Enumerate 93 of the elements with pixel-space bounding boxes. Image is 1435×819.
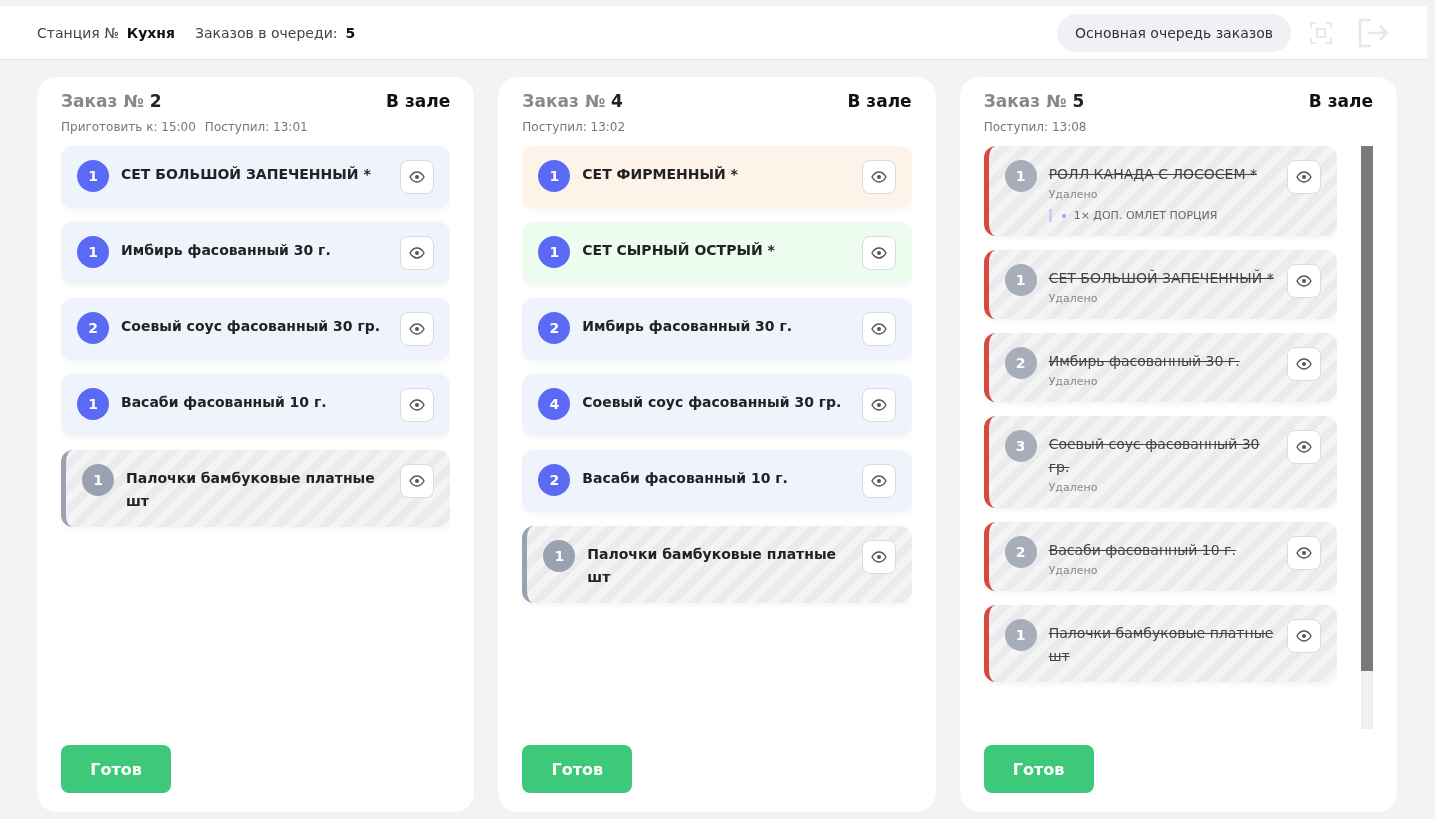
quantity-badge: 2 bbox=[1004, 536, 1037, 568]
item-name: Соевый соус фасованный 30 гр. bbox=[1048, 435, 1261, 477]
quantity-badge: 1 bbox=[543, 540, 576, 572]
quantity-badge: 1 bbox=[538, 236, 571, 268]
view-button[interactable] bbox=[861, 160, 896, 194]
eye-icon bbox=[409, 171, 426, 183]
view-button[interactable] bbox=[1287, 347, 1321, 381]
eye-icon bbox=[1296, 171, 1312, 183]
eye-icon bbox=[870, 247, 887, 259]
order-place: В зале bbox=[1308, 91, 1373, 111]
view-button[interactable] bbox=[861, 464, 896, 498]
scrollbar[interactable] bbox=[1361, 146, 1373, 729]
view-button[interactable] bbox=[861, 540, 896, 574]
view-button[interactable] bbox=[1287, 430, 1321, 464]
queue-label: Заказов в очереди: bbox=[195, 24, 338, 41]
order-place: В зале bbox=[847, 91, 912, 111]
quantity-badge: 1 bbox=[1004, 619, 1037, 651]
eye-icon bbox=[409, 247, 426, 259]
eye-icon bbox=[1296, 441, 1312, 453]
item-name: Палочки бамбуковые платные шт bbox=[1048, 624, 1275, 666]
item-name: РОЛЛ КАНАДА С ЛОСОСЕМ * bbox=[1048, 165, 1258, 184]
done-button[interactable]: Готов bbox=[61, 745, 171, 793]
quantity-badge: 1 bbox=[1004, 160, 1037, 192]
queue-count: 5 bbox=[345, 24, 356, 41]
quantity-badge: 2 bbox=[1004, 347, 1037, 379]
item-status: Удалено bbox=[1048, 188, 1099, 201]
item-name: СЕТ ФИРМЕННЫЙ * bbox=[582, 165, 739, 184]
view-button[interactable] bbox=[400, 312, 435, 346]
station-name: Кухня bbox=[126, 24, 175, 41]
item-name: Соевый соус фасованный 30 гр. bbox=[121, 317, 382, 336]
view-button[interactable] bbox=[400, 464, 435, 498]
item-name: Имбирь фасованный 30 г. bbox=[582, 317, 794, 336]
eye-icon bbox=[870, 171, 887, 183]
eye-icon bbox=[870, 323, 887, 335]
eye-icon bbox=[1296, 275, 1312, 287]
item-status: Удалено bbox=[1048, 292, 1099, 305]
quantity-badge: 4 bbox=[538, 388, 571, 420]
order-title: Заказ № 2 bbox=[61, 91, 162, 111]
eye-icon bbox=[1296, 630, 1312, 642]
view-button[interactable] bbox=[400, 160, 435, 194]
item-name: Васаби фасованный 10 г. bbox=[121, 393, 328, 412]
quantity-badge: 2 bbox=[538, 312, 571, 344]
item-name: Соевый соус фасованный 30 гр. bbox=[582, 393, 843, 412]
eye-icon bbox=[1296, 358, 1312, 370]
done-button[interactable]: Готов bbox=[983, 745, 1094, 793]
view-button[interactable] bbox=[861, 388, 896, 422]
item-name: СЕТ БОЛЬШОЙ ЗАПЕЧЕННЫЙ * bbox=[121, 165, 372, 184]
view-button[interactable] bbox=[861, 236, 896, 270]
view-button[interactable] bbox=[861, 312, 896, 346]
item-name: Имбирь фасованный 30 г. bbox=[121, 241, 332, 260]
order-time: Поступил: 13:01 bbox=[204, 120, 308, 134]
quantity-badge: 2 bbox=[538, 464, 571, 496]
order-place: В зале bbox=[386, 91, 451, 111]
order-time: Приготовить к: 15:00 bbox=[61, 120, 196, 134]
item-name: Палочки бамбуковые платные шт bbox=[587, 545, 838, 587]
item-name: Имбирь фасованный 30 г. bbox=[1048, 352, 1241, 371]
view-button[interactable] bbox=[400, 388, 435, 422]
eye-icon bbox=[870, 475, 887, 487]
view-button[interactable] bbox=[1287, 160, 1321, 194]
item-modifier: 1× ДОП. ОМЛЕТ ПОРЦИЯ bbox=[1048, 209, 1275, 222]
order-time: Поступил: 13:08 bbox=[983, 120, 1087, 134]
item-name: СЕТ СЫРНЫЙ ОСТРЫЙ * bbox=[582, 241, 776, 260]
queue-button[interactable]: Основная очередь заказов bbox=[1057, 13, 1291, 52]
quantity-badge: 1 bbox=[1004, 264, 1037, 296]
item-status: Удалено bbox=[1048, 481, 1099, 494]
order-title: Заказ № 5 bbox=[983, 91, 1085, 111]
item-name: Васаби фасованный 10 г. bbox=[1048, 541, 1237, 560]
eye-icon bbox=[870, 551, 887, 563]
view-button[interactable] bbox=[1287, 264, 1321, 298]
item-name: Васаби фасованный 10 г. bbox=[582, 469, 789, 488]
quantity-badge: 3 bbox=[1004, 430, 1037, 462]
eye-icon bbox=[1296, 547, 1312, 559]
item-name: Палочки бамбуковые платные шт bbox=[126, 469, 376, 511]
item-status: Удалено bbox=[1048, 375, 1099, 388]
view-button[interactable] bbox=[400, 236, 435, 270]
quantity-badge: 1 bbox=[77, 236, 109, 268]
done-button[interactable]: Готов bbox=[522, 745, 633, 793]
item-status: Удалено bbox=[1048, 564, 1099, 577]
eye-icon bbox=[409, 399, 426, 411]
view-button[interactable] bbox=[1287, 619, 1321, 653]
quantity-badge: 1 bbox=[77, 388, 109, 420]
item-name: СЕТ БОЛЬШОЙ ЗАПЕЧЕННЫЙ * bbox=[1048, 268, 1275, 288]
quantity-badge: 1 bbox=[77, 160, 109, 192]
quantity-badge: 1 bbox=[82, 464, 114, 496]
quantity-badge: 2 bbox=[77, 312, 109, 344]
eye-icon bbox=[409, 475, 426, 487]
view-button[interactable] bbox=[1287, 536, 1321, 570]
eye-icon bbox=[870, 399, 887, 411]
station-label: Станция № bbox=[37, 24, 119, 41]
order-time: Поступил: 13:02 bbox=[522, 120, 626, 134]
order-title: Заказ № 4 bbox=[522, 91, 623, 111]
eye-icon bbox=[409, 323, 426, 335]
quantity-badge: 1 bbox=[538, 160, 571, 192]
